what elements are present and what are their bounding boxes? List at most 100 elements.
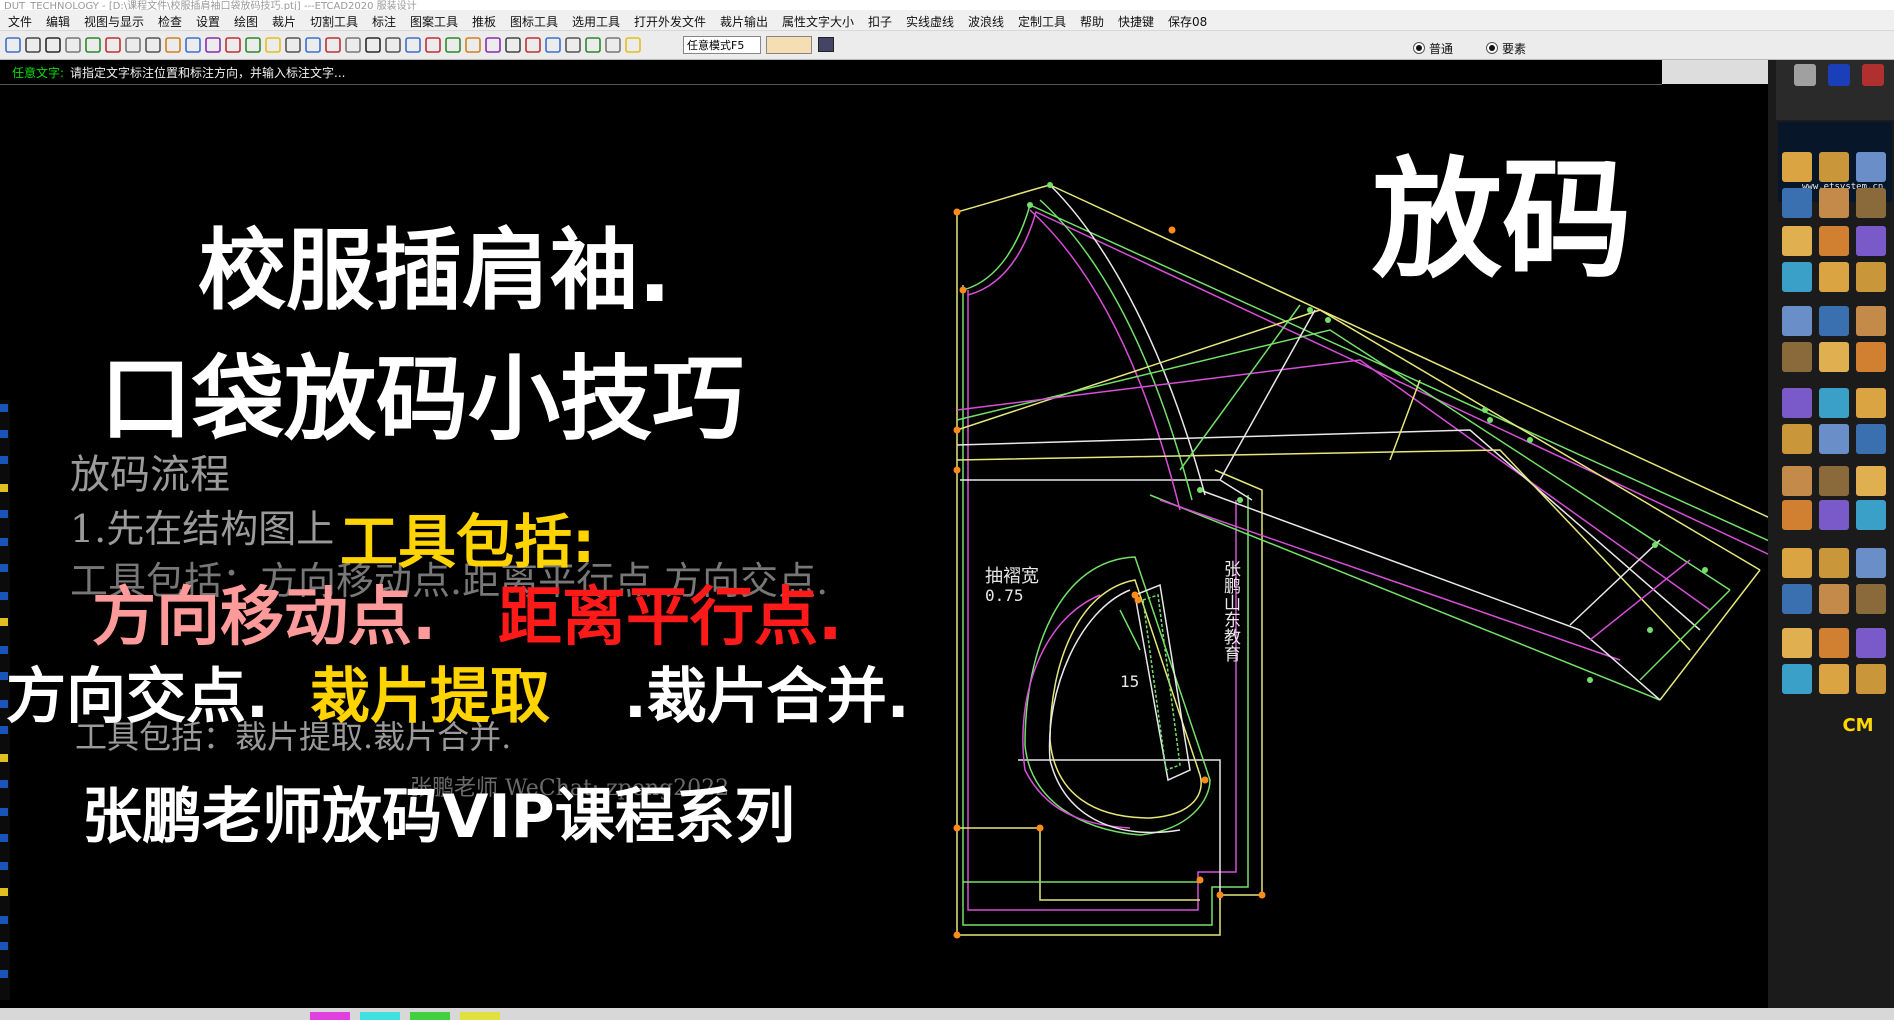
palette-target-icon[interactable]	[1794, 64, 1816, 86]
palette-tool-icon[interactable]	[1782, 262, 1812, 292]
menu-item-11[interactable]: 图标工具	[510, 13, 558, 30]
palette-tool-icon[interactable]	[1856, 306, 1886, 336]
palette-tool-icon[interactable]	[1782, 548, 1812, 578]
palette-tool-icon[interactable]	[1782, 188, 1812, 218]
palette-tool-icon[interactable]	[1856, 388, 1886, 418]
grading-point[interactable]	[953, 824, 961, 832]
menu-item-5[interactable]: 绘图	[234, 13, 258, 30]
toolbar-tool-icon[interactable]	[65, 37, 81, 53]
palette-tool-icon[interactable]	[1856, 152, 1886, 182]
menu-item-7[interactable]: 切割工具	[310, 13, 358, 30]
menu-item-12[interactable]: 选用工具	[572, 13, 620, 30]
palette-tool-icon[interactable]	[1819, 306, 1849, 336]
toolbar-tool-icon[interactable]	[345, 37, 361, 53]
toolbar-tool-icon[interactable]	[5, 37, 21, 53]
menu-item-19[interactable]: 定制工具	[1018, 13, 1066, 30]
sleeve-point[interactable]	[1702, 567, 1708, 573]
toolbar-tool-icon[interactable]	[405, 37, 421, 53]
palette-tool-icon[interactable]	[1782, 152, 1812, 182]
toolbar-tool-icon[interactable]	[105, 37, 121, 53]
palette-tool-icon[interactable]	[1819, 226, 1849, 256]
palette-tool-icon[interactable]	[1856, 262, 1886, 292]
palette-tool-icon[interactable]	[1819, 466, 1849, 496]
palette-tool-icon[interactable]	[1782, 388, 1812, 418]
palette-book-icon[interactable]	[1862, 64, 1884, 86]
mode-select[interactable]: 任意模式F5	[683, 36, 761, 54]
toolbar-tool-icon[interactable]	[625, 37, 641, 53]
palette-tool-icon[interactable]	[1819, 548, 1849, 578]
sleeve-point[interactable]	[1527, 437, 1533, 443]
palette-tool-icon[interactable]	[1856, 584, 1886, 614]
toolbar-tool-icon[interactable]	[265, 37, 281, 53]
toolbar-tool-icon[interactable]	[205, 37, 221, 53]
toolbar-tool-icon[interactable]	[185, 37, 201, 53]
toolbar-tool-icon[interactable]	[325, 37, 341, 53]
toolbar-tool-icon[interactable]	[565, 37, 581, 53]
menu-item-4[interactable]: 设置	[196, 13, 220, 30]
palette-tool-icon[interactable]	[1819, 664, 1849, 694]
palette-tool-icon[interactable]	[1819, 262, 1849, 292]
toolbar-tool-icon[interactable]	[605, 37, 621, 53]
palette-tool-icon[interactable]	[1819, 500, 1849, 530]
toolbar-tool-icon[interactable]	[45, 37, 61, 53]
sleeve-point[interactable]	[1652, 542, 1658, 548]
toolbar-tool-icon[interactable]	[585, 37, 601, 53]
palette-tool-icon[interactable]	[1782, 584, 1812, 614]
toolbar-tool-icon[interactable]	[25, 37, 41, 53]
sleeve-point[interactable]	[1587, 677, 1593, 683]
palette-tool-icon[interactable]	[1856, 500, 1886, 530]
toolbar-tool-icon[interactable]	[225, 37, 241, 53]
palette-tool-icon[interactable]	[1819, 584, 1849, 614]
toolbar-tool-icon[interactable]	[245, 37, 261, 53]
sleeve-point[interactable]	[1047, 182, 1053, 188]
grading-point[interactable]	[953, 426, 961, 434]
palette-tool-icon[interactable]	[1782, 226, 1812, 256]
palette-tool-icon[interactable]	[1856, 424, 1886, 454]
palette-tool-icon[interactable]	[1782, 466, 1812, 496]
radio-normal[interactable]: 普通	[1413, 40, 1453, 57]
menu-item-20[interactable]: 帮助	[1080, 13, 1104, 30]
palette-tool-icon[interactable]	[1856, 628, 1886, 658]
sleeve-point[interactable]	[1027, 202, 1033, 208]
palette-tool-icon[interactable]	[1782, 342, 1812, 372]
toolbar-tool-icon[interactable]	[525, 37, 541, 53]
palette-flag-icon[interactable]	[1828, 64, 1850, 86]
menu-item-16[interactable]: 扣子	[868, 13, 892, 30]
palette-tool-icon[interactable]	[1782, 628, 1812, 658]
menu-item-0[interactable]: 文件	[8, 13, 32, 30]
toolbar-tool-icon[interactable]	[465, 37, 481, 53]
menu-item-17[interactable]: 实线虚线	[906, 13, 954, 30]
palette-tool-icon[interactable]	[1856, 226, 1886, 256]
radio-element[interactable]: 要素	[1486, 40, 1526, 57]
grading-point[interactable]	[1216, 891, 1224, 899]
grading-point[interactable]	[959, 286, 967, 294]
mode-value-input[interactable]	[766, 36, 812, 54]
sleeve-point[interactable]	[1647, 627, 1653, 633]
palette-tool-icon[interactable]	[1856, 664, 1886, 694]
menu-item-15[interactable]: 属性文字大小	[782, 13, 854, 30]
toolbar-tool-icon[interactable]	[145, 37, 161, 53]
grading-point[interactable]	[953, 466, 961, 474]
toolbar-tool-icon[interactable]	[365, 37, 381, 53]
grading-point[interactable]	[953, 208, 961, 216]
toolbar-tool-icon[interactable]	[545, 37, 561, 53]
toolbar-tool-icon[interactable]	[505, 37, 521, 53]
palette-tool-icon[interactable]	[1856, 466, 1886, 496]
palette-tool-icon[interactable]	[1856, 188, 1886, 218]
menu-item-8[interactable]: 标注	[372, 13, 396, 30]
palette-tool-icon[interactable]	[1856, 342, 1886, 372]
grading-point[interactable]	[1168, 226, 1176, 234]
palette-tool-icon[interactable]	[1819, 388, 1849, 418]
palette-tool-icon[interactable]	[1819, 152, 1849, 182]
toolbar-tool-icon[interactable]	[285, 37, 301, 53]
toolbar-tool-icon[interactable]	[165, 37, 181, 53]
sleeve-point[interactable]	[1197, 487, 1203, 493]
sleeve-point[interactable]	[1325, 317, 1331, 323]
grading-point[interactable]	[953, 931, 961, 939]
palette-tool-icon[interactable]	[1819, 424, 1849, 454]
menu-item-6[interactable]: 裁片	[272, 13, 296, 30]
toolbar-tool-icon[interactable]	[125, 37, 141, 53]
toolbar-tool-icon[interactable]	[85, 37, 101, 53]
palette-tool-icon[interactable]	[1782, 500, 1812, 530]
grading-point[interactable]	[1201, 776, 1209, 784]
